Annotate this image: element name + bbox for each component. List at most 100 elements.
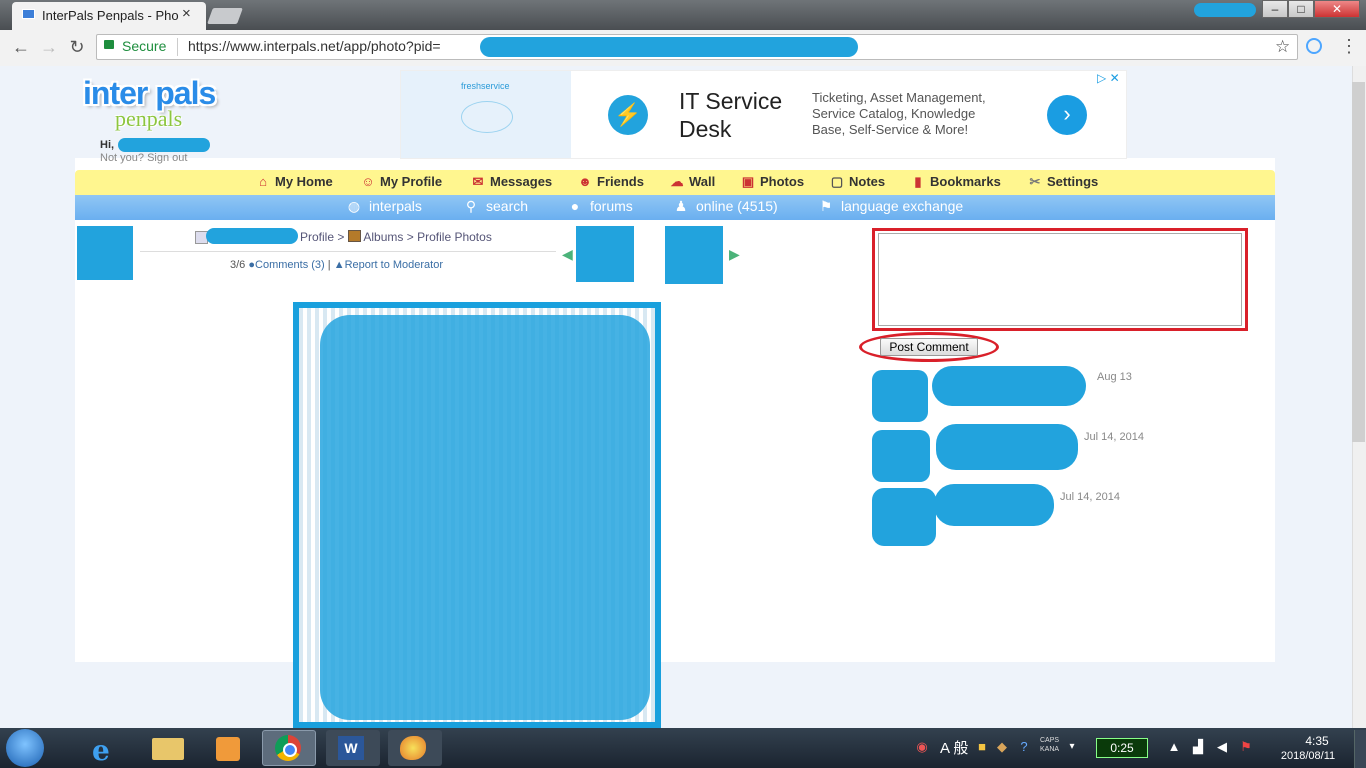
ad-bolt-icon: ⚡ [608,95,648,135]
ad-title[interactable]: IT Service Desk [679,87,799,143]
post-comment-button[interactable]: Post Comment [880,338,978,356]
clock-time[interactable]: 4:35 [1290,734,1344,748]
nav-notes[interactable]: ▢ Notes [830,174,885,190]
ad-illustration[interactable]: freshservice [401,71,571,158]
breadcrumb-profile[interactable]: Profile [300,230,334,244]
browser-menu-icon[interactable]: ⋮ [1340,36,1358,57]
photo-position: 3/6 [230,259,246,271]
ime-mode[interactable]: A 般 [940,737,968,758]
tab-close-icon[interactable]: × [182,5,196,23]
username-redacted [118,138,210,152]
clock-date[interactable]: 2018/08/11 [1272,750,1344,762]
close-window-button[interactable]: ✕ [1314,0,1360,18]
chrome-icon[interactable] [262,730,316,766]
greeting-prefix: Hi, [100,139,115,151]
new-tab-button[interactable] [207,8,243,24]
start-button[interactable] [6,729,44,767]
nav-label: Settings [1047,174,1099,189]
bookmark-icon: ▮ [914,174,922,189]
nav-search[interactable]: ⚲ search [462,198,528,215]
nav-label: interpals [369,198,422,214]
online-icon: ♟ [674,198,688,214]
battery-indicator[interactable]: 0:25 [1096,738,1148,758]
file-explorer-icon[interactable] [140,730,194,766]
ad-choices-icon[interactable]: ▷ ✕ [1097,71,1120,85]
nav-label: Notes [849,174,886,189]
browser-tab[interactable]: InterPals Penpals - Pho [12,2,206,30]
ime-dictionary-icon[interactable]: ◆ [994,739,1010,755]
nav-photos[interactable]: ▣ Photos [741,174,804,190]
nav-label: Bookmarks [930,174,1001,189]
commenter-avatar[interactable] [872,488,936,546]
word-icon[interactable]: W [326,730,380,766]
owner-avatar[interactable] [77,226,133,280]
comment-date: Aug 13 [1097,371,1132,383]
nav-friends[interactable]: ☻ Friends [578,174,644,189]
prev-photo-thumbnail[interactable] [576,226,634,282]
nav-label: Messages [490,174,553,189]
owner-name-redacted[interactable] [206,228,298,244]
help-icon[interactable]: ? [1016,739,1032,755]
url-text[interactable]: https://www.interpals.net/app/photo?pid= [188,38,441,54]
media-player-icon[interactable] [200,730,254,766]
comment-textarea[interactable] [878,233,1242,326]
ad-brand: freshservice [461,81,510,91]
nav-label: forums [590,198,633,214]
comment-text-redacted [936,424,1078,470]
site-logo-subtitle[interactable]: penpals [115,106,182,132]
paint-icon[interactable] [388,730,442,766]
next-photo-thumbnail[interactable] [665,226,723,284]
extension-icon[interactable] [1306,38,1322,54]
minimize-button[interactable]: – [1262,0,1288,18]
lock-icon [104,40,114,49]
comment-date: Jul 14, 2014 [1060,491,1120,503]
breadcrumb-albums[interactable]: Albums [363,230,403,244]
forward-arrow-icon[interactable]: → [38,36,60,58]
media-shape [216,737,240,761]
reload-icon[interactable]: ↻ [66,36,88,58]
commenter-avatar[interactable] [872,370,928,422]
nav-language-exchange[interactable]: ⚑ language exchange [817,198,964,215]
nav-label: Friends [597,174,644,189]
security-label: Secure [122,38,167,54]
nav-wall[interactable]: ☁ Wall [670,174,716,190]
network-signal-icon[interactable]: ▟ [1190,739,1206,755]
bookmark-star-icon[interactable]: ☆ [1275,37,1290,57]
next-photo-arrow-icon[interactable]: ▶ [729,246,740,263]
divider [140,251,556,252]
caps-status: CAPS [1040,737,1060,744]
breadcrumb: Profile > Albums > Profile Photos [300,230,492,244]
show-hidden-icons-icon[interactable]: ▲ [1166,739,1182,755]
volume-icon[interactable]: ◀ [1214,739,1230,755]
nav-online[interactable]: ♟ online (4515) [672,198,778,215]
nav-my-profile[interactable]: ☺ My Profile [361,174,442,189]
signout-link[interactable]: Not you? Sign out [100,152,187,164]
internet-explorer-icon[interactable]: e [80,730,134,767]
nav-interpals[interactable]: ◍ interpals [345,198,422,215]
nav-messages[interactable]: ✉ Messages [471,174,553,190]
report-link[interactable]: Report to Moderator [345,259,443,271]
comment-text-redacted [934,484,1054,526]
nav-bookmarks[interactable]: ▮ Bookmarks [911,174,1001,190]
nav-settings[interactable]: ✂ Settings [1028,174,1099,190]
ime-tool-icon[interactable]: ■ [974,739,990,755]
url-redacted [480,37,858,57]
commenter-avatar[interactable] [872,430,930,482]
ime-options-icon[interactable]: ▾ [1064,739,1080,755]
profile-icon: ☺ [361,174,375,189]
profile-redacted[interactable] [1194,3,1256,17]
ad-arrow-button[interactable]: › [1047,95,1087,135]
notes-icon: ▢ [830,174,844,189]
stats-divider: | [327,259,331,271]
nav-forums[interactable]: ● forums [566,198,633,214]
show-desktop-button[interactable] [1354,730,1366,768]
nav-label: search [486,198,529,214]
scrollbar-thumb[interactable] [1352,82,1365,442]
action-center-icon[interactable]: ⚑ [1238,739,1254,755]
back-arrow-icon[interactable]: ← [10,36,32,58]
nav-my-home[interactable]: ⌂ My Home [256,174,333,189]
maximize-button[interactable]: □ [1288,0,1314,18]
comments-link[interactable]: Comments (3) [255,259,325,271]
prev-photo-arrow-icon[interactable]: ◀ [562,246,573,263]
antivirus-icon[interactable]: ◉ [914,739,930,755]
